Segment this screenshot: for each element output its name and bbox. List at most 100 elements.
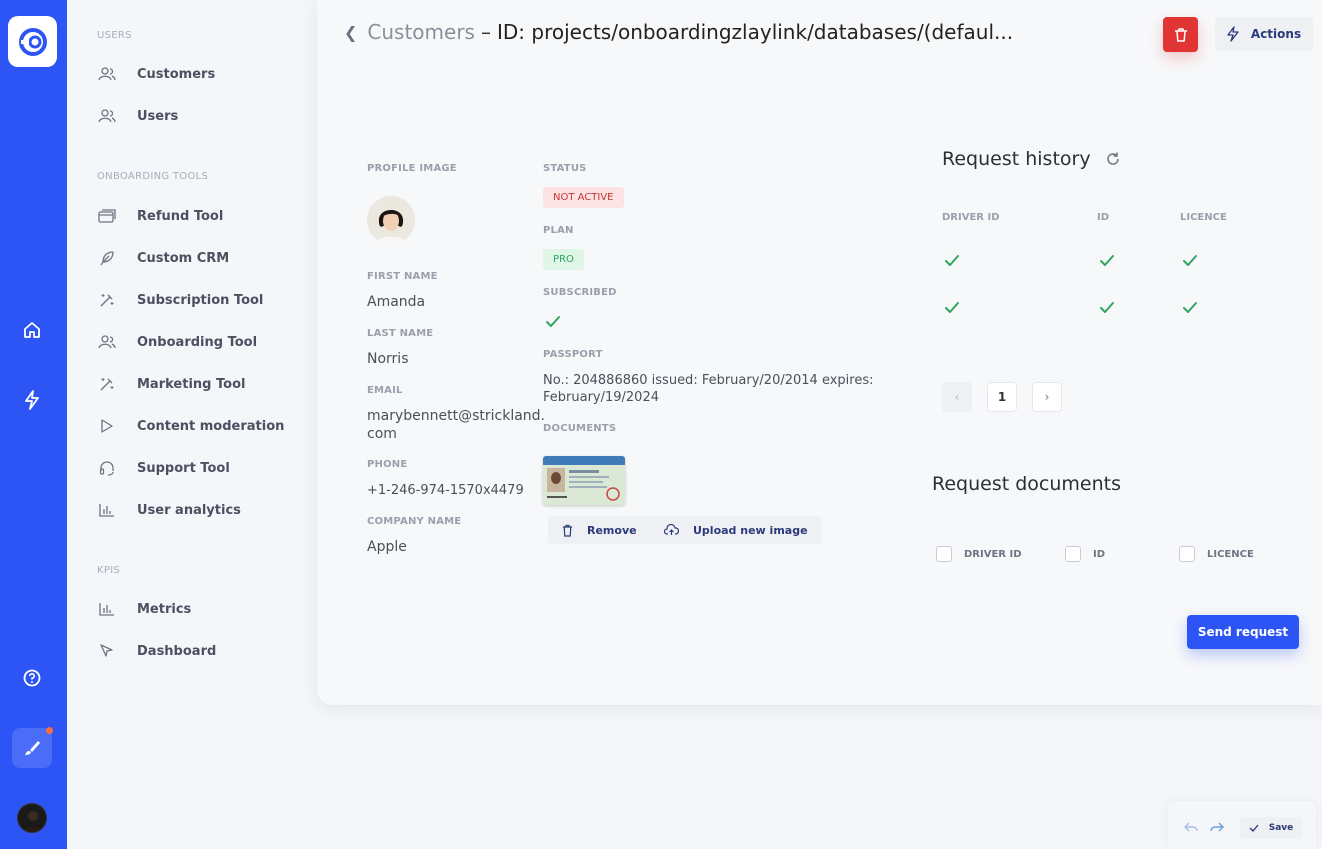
sidebar-item-label: User analytics <box>137 502 241 518</box>
sidebar-item-label: Content moderation <box>137 418 285 434</box>
lightning-icon[interactable] <box>17 385 47 415</box>
actions-button[interactable]: Actions <box>1215 17 1313 51</box>
option-label: LICENCE <box>1207 548 1254 560</box>
sidebar-item-label: Dashboard <box>137 643 217 659</box>
headset-icon <box>97 458 117 478</box>
check-icon <box>945 255 959 266</box>
bar-chart-icon <box>97 500 117 520</box>
phone-label: PHONE <box>367 459 408 470</box>
history-col-driver-id: DRIVER ID <box>942 212 1000 223</box>
history-col-licence: LICENCE <box>1180 212 1227 223</box>
home-icon[interactable] <box>17 315 47 345</box>
documents-label: DOCUMENTS <box>543 423 617 434</box>
remove-button[interactable]: Remove <box>548 516 651 544</box>
card-icon <box>97 206 117 226</box>
history-col-id: ID <box>1097 212 1110 223</box>
sidebar-item-metrics[interactable]: Metrics <box>97 597 191 621</box>
feather-icon <box>97 248 117 268</box>
back-chevron-icon[interactable]: ❮ <box>344 23 357 42</box>
check-icon <box>1100 255 1114 266</box>
sidebar-item-label: Subscription Tool <box>137 292 264 308</box>
users-icon <box>97 332 117 352</box>
next-page-button[interactable]: › <box>1032 382 1062 412</box>
help-icon[interactable] <box>17 663 47 693</box>
users-icon <box>97 64 117 84</box>
request-history-title: Request history <box>942 148 1121 170</box>
save-toolbar: Save <box>1168 801 1316 849</box>
status-label: STATUS <box>543 163 587 174</box>
page-header: ❮ Customers – ID: projects/onboardingzla… <box>344 20 1013 44</box>
option-driver-id[interactable]: DRIVER ID <box>936 546 1022 562</box>
checkbox[interactable] <box>1065 546 1081 562</box>
plan-badge: PRO <box>543 249 584 270</box>
sidebar-item-label: Marketing Tool <box>137 376 246 392</box>
redo-icon[interactable] <box>1210 821 1224 833</box>
breadcrumb[interactable]: Customers <box>367 20 475 44</box>
upload-image-button[interactable]: Upload new image <box>650 516 822 544</box>
phone-value: +1-246-974-1570x4479 <box>367 483 524 498</box>
trash-icon <box>562 524 573 537</box>
sidebar-item-refund-tool[interactable]: Refund Tool <box>97 204 223 228</box>
sidebar-item-dashboard[interactable]: Dashboard <box>97 639 216 663</box>
trash-icon <box>1174 27 1187 42</box>
checkbox[interactable] <box>1179 546 1195 562</box>
sidebar-section-title: KPIS <box>97 565 121 576</box>
last-name-label: LAST NAME <box>367 328 434 339</box>
plan-label: PLAN <box>543 225 574 236</box>
sidebar-item-user-analytics[interactable]: User analytics <box>97 498 241 522</box>
sidebar-item-marketing-tool[interactable]: Marketing Tool <box>97 372 245 396</box>
check-icon <box>1183 302 1197 313</box>
sidebar-item-content-moderation[interactable]: Content moderation <box>97 414 284 438</box>
sidebar-item-label: Customers <box>137 66 216 82</box>
sidebar-item-customers[interactable]: Customers <box>97 62 215 86</box>
sidebar-item-label: Custom CRM <box>137 250 230 266</box>
sidebar-section-title: ONBOARDING TOOLS <box>97 171 209 182</box>
sidebar-item-subscription-tool[interactable]: Subscription Tool <box>97 288 263 312</box>
theme-brush-button[interactable] <box>12 727 53 768</box>
page-title: ID: projects/onboardingzlaylink/database… <box>496 20 1014 44</box>
option-licence[interactable]: LICENCE <box>1179 546 1254 562</box>
sidebar-item-users[interactable]: Users <box>97 104 178 128</box>
sidebar-item-custom-crm[interactable]: Custom CRM <box>97 246 229 270</box>
check-icon <box>945 302 959 313</box>
send-request-button[interactable]: Send request <box>1187 615 1299 649</box>
check-icon <box>1249 824 1259 832</box>
bar-chart-icon <box>97 599 117 619</box>
passport-value-line1: No.: 204886860 issued: February/20/2014 … <box>543 373 874 388</box>
wand-icon <box>97 374 117 394</box>
page-number-1[interactable]: 1 <box>987 382 1017 412</box>
remove-label: Remove <box>587 523 637 537</box>
profile-image-label: PROFILE IMAGE <box>367 163 457 174</box>
app-logo[interactable] <box>8 16 57 67</box>
email-value-line2: com <box>367 426 397 442</box>
user-avatar[interactable] <box>17 803 47 833</box>
upload-label: Upload new image <box>693 523 808 537</box>
sidebar-nav: USERS Customers Users ONBOARDING TOOLS R… <box>67 0 317 849</box>
undo-icon[interactable] <box>1184 821 1198 833</box>
play-icon <box>97 416 117 436</box>
logo-icon <box>18 27 47 56</box>
save-button[interactable]: Save <box>1240 817 1302 839</box>
email-value-line1: marybennett@strickland. <box>367 408 546 424</box>
sidebar-item-onboarding-tool[interactable]: Onboarding Tool <box>97 330 257 354</box>
prev-page-button[interactable]: ‹ <box>942 382 972 412</box>
sidebar-item-label: Onboarding Tool <box>137 334 258 350</box>
profile-image[interactable] <box>367 196 415 244</box>
document-thumbnail[interactable] <box>543 456 625 505</box>
passport-value-line2: February/19/2024 <box>543 390 659 405</box>
delete-button[interactable] <box>1163 17 1198 52</box>
option-id[interactable]: ID <box>1065 546 1105 562</box>
cursor-icon <box>97 641 117 661</box>
request-history-heading: Request history <box>942 148 1091 170</box>
status-badge: NOT ACTIVE <box>543 187 624 208</box>
save-label: Save <box>1268 823 1294 833</box>
sidebar-item-support-tool[interactable]: Support Tool <box>97 456 230 480</box>
option-label: ID <box>1093 548 1106 560</box>
actions-label: Actions <box>1250 27 1302 41</box>
refresh-icon[interactable] <box>1105 151 1121 167</box>
subscribed-label: SUBSCRIBED <box>543 287 617 298</box>
subscribed-check-icon <box>546 316 560 327</box>
company-label: COMPANY NAME <box>367 516 462 527</box>
checkbox[interactable] <box>936 546 952 562</box>
first-name-label: FIRST NAME <box>367 271 438 282</box>
